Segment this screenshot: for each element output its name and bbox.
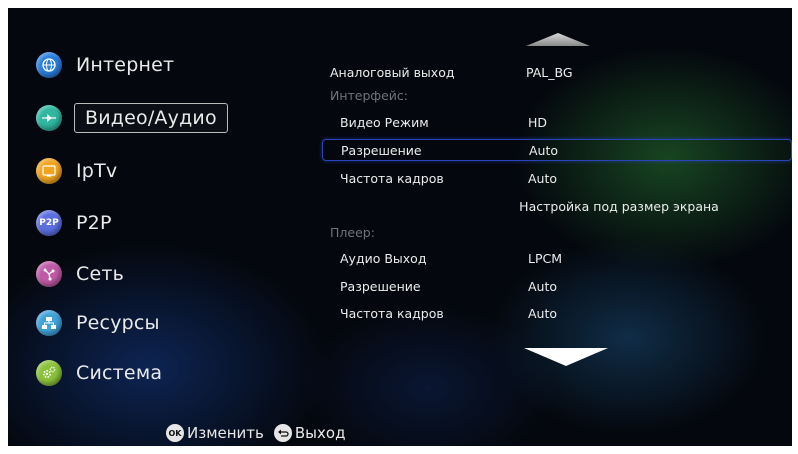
setting-key: Частота кадров bbox=[340, 170, 444, 186]
screen-fit-label: Настройка под размер экрана bbox=[519, 198, 719, 214]
menu-item-system[interactable]: Система bbox=[36, 353, 162, 393]
setting-value: LPCM bbox=[528, 250, 563, 266]
p2p-icon: P2P bbox=[36, 210, 62, 236]
section-label: Плеер: bbox=[330, 224, 375, 240]
setting-key: Видео Режим bbox=[340, 114, 429, 130]
setting-key: Аналоговый выход bbox=[330, 64, 455, 80]
setting-value: Auto bbox=[528, 170, 558, 186]
p2p-icon-text: P2P bbox=[39, 218, 59, 228]
menu-item-p2p[interactable]: P2P P2P bbox=[36, 203, 112, 243]
menu-label: IpTv bbox=[76, 160, 118, 182]
menu-item-network[interactable]: Сеть bbox=[36, 254, 124, 294]
back-button-icon bbox=[273, 424, 292, 442]
setting-row-screen-fit[interactable]: Настройка под размер экрана bbox=[326, 195, 792, 217]
section-label: Интерфейс: bbox=[330, 87, 409, 103]
bottom-hint-bar: OK Изменить Выход bbox=[166, 424, 345, 442]
setting-row-player-resolution[interactable]: Разрешение Auto bbox=[326, 275, 792, 297]
setting-key: Частота кадров bbox=[340, 305, 444, 321]
scroll-down-arrow-icon[interactable] bbox=[524, 346, 608, 368]
scroll-up-arrow-icon[interactable] bbox=[526, 32, 590, 48]
section-header-interface: Интерфейс: bbox=[326, 84, 792, 106]
setting-row-analog-output[interactable]: Аналоговый выход PAL_BG bbox=[326, 61, 792, 83]
exit-hint-label: Выход bbox=[294, 424, 346, 442]
setting-value: Auto bbox=[528, 278, 558, 294]
setting-row-video-mode[interactable]: Видео Режим HD bbox=[326, 111, 792, 133]
menu-item-iptv[interactable]: IpTv bbox=[36, 151, 117, 191]
menu-label: Система bbox=[76, 362, 163, 384]
menu-item-video-audio[interactable]: Видео/Аудио bbox=[36, 98, 228, 138]
setting-value: Auto bbox=[528, 305, 558, 321]
settings-screen: Интернет Видео/Аудио IpTv P2P P2P Сеть Р… bbox=[8, 8, 792, 446]
menu-label: Сеть bbox=[76, 263, 125, 285]
setting-value: PAL_BG bbox=[526, 64, 573, 80]
setting-key: Разрешение bbox=[341, 142, 422, 158]
menu-item-internet[interactable]: Интернет bbox=[36, 45, 174, 85]
setting-row-resolution-selected[interactable]: Разрешение Auto bbox=[322, 139, 792, 161]
setting-row-audio-output[interactable]: Аудио Выход LPCM bbox=[326, 247, 792, 269]
setting-key: Аудио Выход bbox=[340, 250, 427, 266]
globe-icon bbox=[36, 52, 62, 78]
resources-icon bbox=[36, 310, 62, 336]
menu-label: Ресурсы bbox=[76, 312, 160, 334]
setting-key: Разрешение bbox=[340, 278, 421, 294]
tv-icon bbox=[36, 158, 62, 184]
setting-value: HD bbox=[528, 114, 548, 130]
play-icon bbox=[36, 105, 62, 131]
section-header-player: Плеер: bbox=[326, 221, 792, 243]
setting-value: Auto bbox=[529, 142, 559, 158]
edit-hint-label: Изменить bbox=[187, 424, 264, 442]
setting-row-frame-rate[interactable]: Частота кадров Auto bbox=[326, 167, 792, 189]
network-icon bbox=[36, 261, 62, 287]
menu-label: Видео/Аудио bbox=[74, 103, 228, 133]
ok-button-icon: OK bbox=[166, 424, 184, 442]
menu-item-resources[interactable]: Ресурсы bbox=[36, 303, 160, 343]
setting-row-player-frame-rate[interactable]: Частота кадров Auto bbox=[326, 302, 792, 324]
gears-icon bbox=[36, 360, 62, 386]
menu-label: P2P bbox=[76, 212, 112, 234]
menu-label: Интернет bbox=[76, 54, 175, 76]
